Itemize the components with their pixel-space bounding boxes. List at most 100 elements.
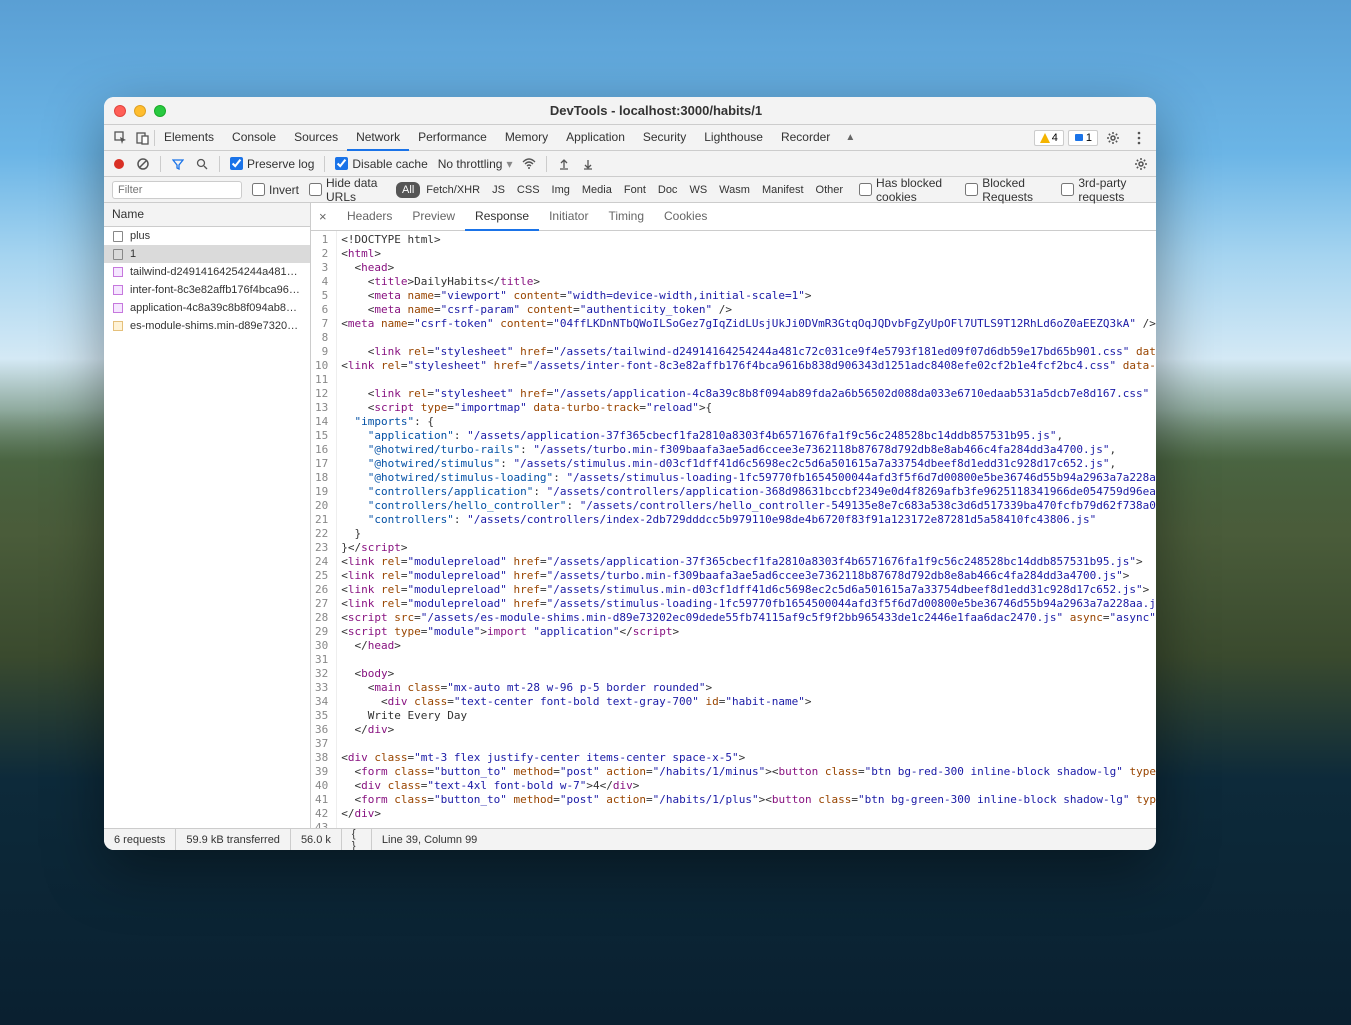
invert-label: Invert <box>269 183 299 197</box>
info-badge[interactable]: 1 <box>1068 130 1098 146</box>
tab-memory[interactable]: Memory <box>496 125 557 151</box>
tab-application[interactable]: Application <box>557 125 634 151</box>
format-icon[interactable]: { } <box>342 829 372 850</box>
search-icon[interactable] <box>195 157 209 171</box>
request-label: 1 <box>130 248 136 260</box>
warnings-badge[interactable]: 4 <box>1034 130 1064 146</box>
filter-type-css[interactable]: CSS <box>511 182 546 198</box>
detail-panel: × HeadersPreviewResponseInitiatorTimingC… <box>311 203 1156 828</box>
response-code-area[interactable]: 1234567891011121314151617181920212223242… <box>311 231 1156 828</box>
tab-performance[interactable]: Performance <box>409 125 496 151</box>
hide-data-urls-label: Hide data URLs <box>326 176 386 204</box>
warnings-count: 4 <box>1052 132 1058 144</box>
filter-type-fetchxhr[interactable]: Fetch/XHR <box>420 182 486 198</box>
recorder-preview-icon[interactable]: ▲ <box>839 127 861 149</box>
sub-tab-headers[interactable]: Headers <box>337 203 402 231</box>
close-detail-icon[interactable]: × <box>319 209 337 224</box>
request-label: plus <box>130 230 150 242</box>
tab-lighthouse[interactable]: Lighthouse <box>695 125 772 151</box>
filter-type-other[interactable]: Other <box>810 182 850 198</box>
main-tabs-row: ElementsConsoleSourcesNetworkPerformance… <box>104 125 1156 151</box>
throttling-select[interactable]: No throttling ▾ <box>438 157 513 171</box>
status-resources: 56.0 k <box>291 829 342 850</box>
main-split: Name plus 1 tailwind-d24914164254244a481c7… <box>104 203 1156 828</box>
request-list-panel: Name plus 1 tailwind-d24914164254244a481c7… <box>104 203 311 828</box>
request-row[interactable]: application-4c8a39c8b8f094ab89fda2… <box>104 299 310 317</box>
titlebar: DevTools - localhost:3000/habits/1 <box>104 97 1156 125</box>
wifi-icon[interactable] <box>522 157 536 171</box>
tab-recorder[interactable]: Recorder <box>772 125 839 151</box>
upload-icon[interactable] <box>557 157 571 171</box>
request-label: tailwind-d24914164254244a481c72c… <box>130 266 302 278</box>
tab-elements[interactable]: Elements <box>155 125 223 151</box>
filter-type-js[interactable]: JS <box>486 182 511 198</box>
filter-type-wasm[interactable]: Wasm <box>713 182 756 198</box>
status-bar: 6 requests 59.9 kB transferred 56.0 k { … <box>104 828 1156 850</box>
clear-icon[interactable] <box>136 157 150 171</box>
filter-type-all[interactable]: All <box>396 182 420 198</box>
record-icon[interactable] <box>112 157 126 171</box>
device-toggle-icon[interactable] <box>132 127 154 149</box>
blocked-requests-label: Blocked Requests <box>982 176 1051 204</box>
hide-data-urls-checkbox[interactable]: Hide data URLs <box>309 176 386 204</box>
disable-cache-label: Disable cache <box>352 157 427 171</box>
request-row[interactable]: inter-font-8c3e82affb176f4bca9616b8… <box>104 281 310 299</box>
filter-type-manifest[interactable]: Manifest <box>756 182 810 198</box>
filter-input[interactable] <box>112 181 242 199</box>
filter-type-media[interactable]: Media <box>576 182 618 198</box>
close-window-button[interactable] <box>114 105 126 117</box>
minimize-window-button[interactable] <box>134 105 146 117</box>
traffic-lights <box>114 105 166 117</box>
cursor-position: Line 39, Column 99 <box>372 829 487 850</box>
request-row[interactable]: 1 <box>104 245 310 263</box>
sub-tab-preview[interactable]: Preview <box>402 203 465 231</box>
download-icon[interactable] <box>581 157 595 171</box>
css-icon <box>112 302 124 314</box>
sub-tab-initiator[interactable]: Initiator <box>539 203 598 231</box>
settings-icon-2[interactable] <box>1134 157 1148 171</box>
throttling-label: No throttling <box>438 157 503 171</box>
info-count: 1 <box>1086 132 1092 144</box>
filter-type-ws[interactable]: WS <box>683 182 713 198</box>
filter-type-font[interactable]: Font <box>618 182 652 198</box>
request-row[interactable]: es-module-shims.min-d89e73202ec0… <box>104 317 310 335</box>
devtools-window: DevTools - localhost:3000/habits/1 Eleme… <box>104 97 1156 850</box>
line-gutter: 1234567891011121314151617181920212223242… <box>311 231 337 828</box>
sub-tab-timing[interactable]: Timing <box>598 203 654 231</box>
settings-icon[interactable] <box>1102 127 1124 149</box>
filter-type-doc[interactable]: Doc <box>652 182 684 198</box>
request-label: inter-font-8c3e82affb176f4bca9616b8… <box>130 284 302 296</box>
sub-tab-cookies[interactable]: Cookies <box>654 203 717 231</box>
maximize-window-button[interactable] <box>154 105 166 117</box>
request-list: plus 1 tailwind-d24914164254244a481c72c… in… <box>104 227 310 828</box>
tab-console[interactable]: Console <box>223 125 285 151</box>
filter-icon[interactable] <box>171 157 185 171</box>
request-row[interactable]: tailwind-d24914164254244a481c72c… <box>104 263 310 281</box>
name-column-header[interactable]: Name <box>104 203 310 227</box>
sub-tab-response[interactable]: Response <box>465 203 539 231</box>
blocked-cookies-checkbox[interactable]: Has blocked cookies <box>859 176 955 204</box>
blocked-requests-checkbox[interactable]: Blocked Requests <box>965 176 1051 204</box>
preserve-log-label: Preserve log <box>247 157 314 171</box>
tab-sources[interactable]: Sources <box>285 125 347 151</box>
disable-cache-checkbox[interactable]: Disable cache <box>335 157 427 171</box>
inspect-icon[interactable] <box>110 127 132 149</box>
doc-icon <box>112 230 124 242</box>
js-icon <box>112 320 124 332</box>
third-party-label: 3rd-party requests <box>1078 176 1148 204</box>
detail-sub-tabs: × HeadersPreviewResponseInitiatorTimingC… <box>311 203 1156 231</box>
invert-checkbox[interactable]: Invert <box>252 183 299 197</box>
status-requests: 6 requests <box>104 829 176 850</box>
window-title: DevTools - localhost:3000/habits/1 <box>166 103 1146 118</box>
tab-network[interactable]: Network <box>347 125 409 151</box>
status-transferred: 59.9 kB transferred <box>176 829 291 850</box>
more-icon[interactable] <box>1128 127 1150 149</box>
request-row[interactable]: plus <box>104 227 310 245</box>
third-party-checkbox[interactable]: 3rd-party requests <box>1061 176 1148 204</box>
preserve-log-checkbox[interactable]: Preserve log <box>230 157 314 171</box>
css-icon <box>112 266 124 278</box>
tab-security[interactable]: Security <box>634 125 695 151</box>
filter-type-img[interactable]: Img <box>546 182 576 198</box>
network-toolbar: Preserve log Disable cache No throttling… <box>104 151 1156 177</box>
css-icon <box>112 284 124 296</box>
